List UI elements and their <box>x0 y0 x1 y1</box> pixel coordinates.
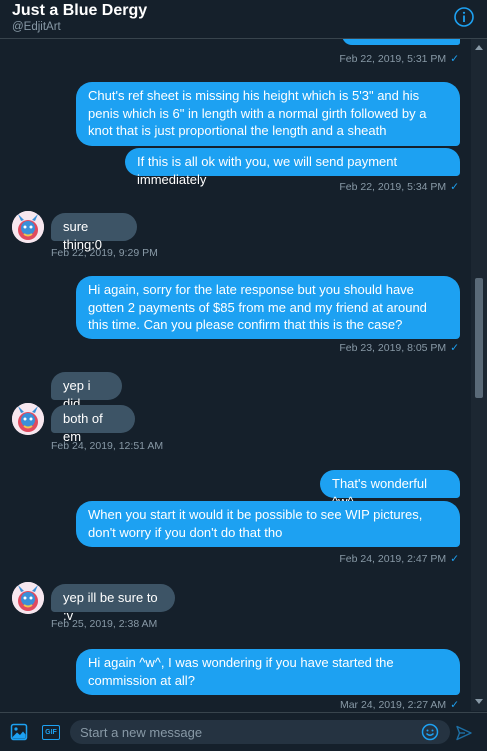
message-input-placeholder: Start a new message <box>80 725 203 740</box>
avatar[interactable] <box>12 211 44 243</box>
timestamp-text: Feb 23, 2019, 8:05 PM <box>339 342 447 354</box>
timestamp-text: Feb 22, 2019, 5:31 PM <box>339 53 447 65</box>
conversation-header: Just a Blue Dergy @EdjitArt <box>0 0 487 39</box>
message-timestamp: Feb 23, 2019, 8:05 PM ✓ <box>339 341 459 355</box>
message-timestamp: Feb 24, 2019, 2:47 PM ✓ <box>339 552 459 566</box>
gif-icon[interactable]: GIF <box>42 725 60 740</box>
timestamp-text: Feb 24, 2019, 12:51 AM <box>51 440 164 452</box>
timestamp-text: Feb 25, 2019, 2:38 AM <box>51 618 158 630</box>
conversation-handle[interactable]: @EdjitArt <box>12 20 61 34</box>
message-timestamp: Feb 22, 2019, 5:34 PM ✓ <box>339 180 459 194</box>
message-timestamp: Feb 24, 2019, 12:51 AM <box>51 439 163 453</box>
check-icon: ✓ <box>450 342 459 354</box>
info-icon[interactable] <box>453 6 475 28</box>
avatar-image <box>12 582 44 614</box>
message-timestamp: Mar 24, 2019, 2:27 AM ✓ <box>340 698 459 711</box>
image-icon[interactable] <box>10 723 28 741</box>
timestamp-text: Feb 22, 2019, 9:29 PM <box>51 247 158 259</box>
message-timestamp: Feb 22, 2019, 9:29 PM <box>51 246 158 260</box>
check-icon: ✓ <box>450 553 459 565</box>
message-bubble-incoming[interactable]: yep ill be sure to :v <box>51 584 175 623</box>
scroll-down-arrow-icon[interactable] <box>475 699 483 704</box>
message-composer: GIF Start a new message <box>0 712 487 751</box>
message-timestamp: Feb 22, 2019, 5:31 PM ✓ <box>339 52 459 66</box>
check-icon: ✓ <box>450 181 459 193</box>
message-bubble-incoming[interactable]: both of em <box>51 405 135 444</box>
avatar[interactable] <box>12 582 44 614</box>
message-bubble-incoming[interactable]: sure thing:0 <box>51 213 137 252</box>
timestamp-text: Feb 22, 2019, 5:34 PM <box>339 181 447 193</box>
check-icon: ✓ <box>450 699 459 711</box>
message-bubble-outgoing[interactable]: If this is all ok with you, we will send… <box>125 148 460 187</box>
avatar[interactable] <box>12 403 44 435</box>
timestamp-text: Mar 24, 2019, 2:27 AM <box>339 699 447 711</box>
check-icon: ✓ <box>450 53 459 65</box>
timestamp-text: Feb 24, 2019, 2:47 PM <box>339 553 447 565</box>
send-icon[interactable] <box>456 725 472 741</box>
message-bubble-outgoing[interactable]: Hi again, sorry for the late response bu… <box>76 276 460 339</box>
message-input[interactable]: Start a new message <box>70 720 450 744</box>
message-bubble-incoming[interactable]: yep i did <box>51 372 122 411</box>
message-bubble-outgoing[interactable]: Hi again ^w^, I was wondering if you hav… <box>76 649 460 695</box>
scrollbar-thumb[interactable] <box>475 278 483 398</box>
message-bubble-outgoing[interactable]: Chut's ref sheet is missing his height w… <box>76 82 460 146</box>
avatar-image <box>12 211 44 243</box>
scroll-up-arrow-icon[interactable] <box>475 45 483 50</box>
message-timestamp: Feb 25, 2019, 2:38 AM <box>51 617 157 631</box>
emoji-icon[interactable] <box>421 723 439 741</box>
message-bubble-outgoing[interactable]: When you start it would it be possible t… <box>76 501 460 547</box>
message-list[interactable]: Feb 22, 2019, 5:31 PM ✓ Chut's ref sheet … <box>0 39 471 711</box>
conversation-title[interactable]: Just a Blue Dergy <box>12 2 147 20</box>
scrollbar[interactable] <box>471 39 487 711</box>
message-bubble-outgoing[interactable] <box>342 39 460 45</box>
message-bubble-outgoing[interactable]: That's wonderful ^w^ <box>320 470 460 509</box>
avatar-image <box>12 403 44 435</box>
